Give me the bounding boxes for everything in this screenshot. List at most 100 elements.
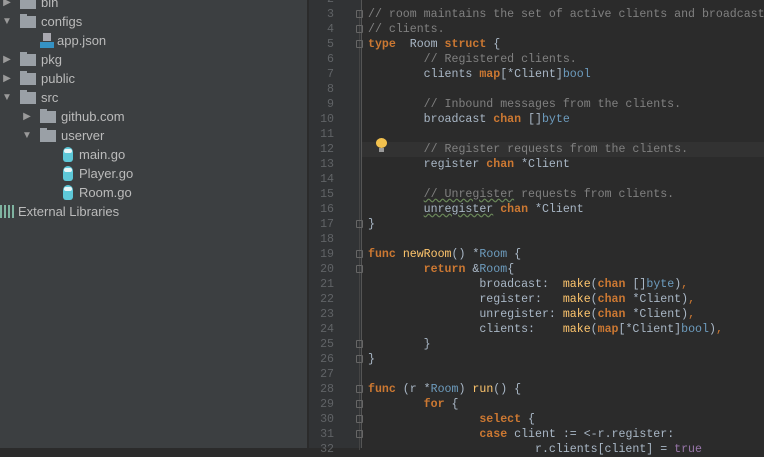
code-line: 20 return &Room{ xyxy=(320,262,764,277)
fold-marker-icon[interactable] xyxy=(356,385,363,393)
code-token: chan xyxy=(493,113,522,126)
code-token: & xyxy=(465,263,480,276)
code-token: // Registered clients. xyxy=(423,53,577,66)
tree-item-room-go[interactable]: Room.go xyxy=(60,183,132,202)
code-token: make xyxy=(562,293,591,306)
fold-marker-icon[interactable] xyxy=(356,265,363,273)
code-text: r.clients[client] = true xyxy=(368,442,702,457)
fold-marker-icon[interactable] xyxy=(356,220,363,228)
tree-item-external-libraries[interactable]: External Libraries xyxy=(0,202,119,221)
code-token: [] xyxy=(521,113,542,126)
code-line: 26} xyxy=(320,352,764,367)
code-editor[interactable]: 23 // room maintains the set of active cl… xyxy=(320,0,764,456)
code-line: 30 select { xyxy=(320,412,764,427)
tree-item-public[interactable]: ▶ public xyxy=(2,69,75,88)
code-line: 7 clients map[*Client]bool xyxy=(327,67,764,82)
code-token: bool xyxy=(562,68,591,81)
tree-item-label: External Libraries xyxy=(18,204,120,219)
code-token: , xyxy=(688,308,696,321)
go-file-icon xyxy=(63,147,73,162)
code-token: make xyxy=(562,308,591,321)
code-token: chan xyxy=(486,158,515,171)
tree-item-label: pkg xyxy=(41,52,62,67)
chevron-down-icon[interactable]: ▼ xyxy=(2,92,12,103)
code-text: // Register requests from the clients. xyxy=(368,142,688,157)
code-text: broadcast: make(chan []byte), xyxy=(368,277,688,292)
tree-item-pkg[interactable]: ▶ pkg xyxy=(2,50,62,69)
code-line: 15 // Unregister requests from clients. xyxy=(320,187,764,202)
code-token: [] xyxy=(625,278,647,291)
code-line: 23 unregister: make(chan *Client), xyxy=(320,307,764,322)
code-token: // Inbound messages from the clients. xyxy=(423,98,682,111)
fold-marker-icon[interactable] xyxy=(356,430,363,438)
fold-marker-icon[interactable] xyxy=(356,25,363,33)
lightbulb-icon[interactable] xyxy=(376,138,387,152)
fold-marker-icon[interactable] xyxy=(356,415,363,423)
chevron-right-icon[interactable]: ▶ xyxy=(2,54,12,65)
tree-item-configs[interactable]: ▼ configs xyxy=(2,12,82,31)
line-number: 22 xyxy=(320,293,334,306)
chevron-right-icon[interactable]: ▶ xyxy=(2,0,12,8)
json-file-icon xyxy=(40,33,54,48)
tree-item-app-json[interactable]: app.json xyxy=(40,31,106,50)
code-token: Room xyxy=(479,248,508,261)
fold-marker-icon[interactable] xyxy=(356,40,363,48)
code-line: 32 r.clients[client] = true xyxy=(320,442,764,457)
code-token: , xyxy=(688,293,696,306)
code-line: 5 type Room struct { xyxy=(327,37,764,52)
code-token: chan xyxy=(597,308,626,321)
fold-marker-icon[interactable] xyxy=(356,10,363,18)
code-token: { xyxy=(521,413,535,426)
code-text: } xyxy=(368,217,375,232)
code-token: byte xyxy=(541,113,570,126)
tree-item-player-go[interactable]: Player.go xyxy=(60,164,133,183)
code-token: unregister: xyxy=(368,308,563,321)
chevron-right-icon[interactable]: ▶ xyxy=(22,111,32,122)
code-token: broadcast xyxy=(368,113,494,126)
line-number: 29 xyxy=(320,398,334,411)
tree-item-label: github.com xyxy=(61,109,125,124)
code-text: type Room struct { xyxy=(368,37,500,52)
chevron-right-icon[interactable]: ▶ xyxy=(2,73,12,84)
folder-icon xyxy=(20,51,36,66)
chevron-down-icon[interactable]: ▼ xyxy=(2,16,12,27)
code-token: [*Client] xyxy=(500,68,563,81)
fold-marker-icon[interactable] xyxy=(356,400,363,408)
code-token: } xyxy=(368,338,431,351)
tree-item-github-com[interactable]: ▶ github.com xyxy=(22,107,125,126)
code-token: *Client) xyxy=(625,293,689,306)
code-token: map xyxy=(479,68,501,81)
code-line: 22 register: make(chan *Client), xyxy=(320,292,764,307)
line-number: 9 xyxy=(327,98,334,111)
tree-item-userver[interactable]: ▼ userver xyxy=(22,126,104,145)
tree-item-label: Player.go xyxy=(79,166,134,181)
code-token: newRoom xyxy=(402,248,452,261)
code-token: (r * xyxy=(395,383,431,396)
code-token: clients: xyxy=(368,323,563,336)
code-token: bool xyxy=(681,323,709,336)
chevron-down-icon[interactable]: ▼ xyxy=(22,130,32,141)
tree-item-src[interactable]: ▼ src xyxy=(2,88,58,107)
tree-item-bin[interactable]: ▶ bin xyxy=(2,0,58,12)
code-line: 3 // room maintains the set of active cli… xyxy=(327,7,764,22)
fold-marker-icon[interactable] xyxy=(356,340,363,348)
code-token: Room xyxy=(479,263,508,276)
code-line: 27 xyxy=(320,367,764,382)
code-text: // Inbound messages from the clients. xyxy=(368,97,681,112)
fold-marker-icon[interactable] xyxy=(356,355,363,363)
code-token: make xyxy=(562,323,591,336)
code-line: 24 clients: make(map[*Client]bool), xyxy=(320,322,764,337)
code-line: 18 xyxy=(320,232,764,247)
code-token: return xyxy=(423,263,466,276)
tree-item-main-go[interactable]: main.go xyxy=(60,145,125,164)
code-token: chan xyxy=(597,278,626,291)
fold-marker-icon[interactable] xyxy=(356,250,363,258)
tree-item-label: app.json xyxy=(57,33,107,48)
line-number: 20 xyxy=(320,263,334,276)
code-text: func (r *Room) run() { xyxy=(368,382,521,397)
folder-icon xyxy=(20,89,36,104)
